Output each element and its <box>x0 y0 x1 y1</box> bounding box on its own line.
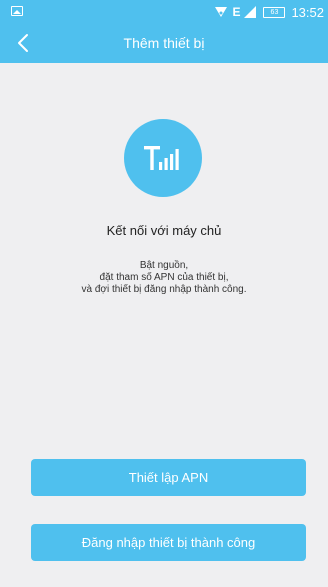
instruction-line: và đợi thiết bị đăng nhập thành công. <box>81 284 247 295</box>
setup-apn-button[interactable]: Thiết lập APN <box>31 459 306 496</box>
instructions: Bật nguồn, đặt tham số APN của thiết bị,… <box>20 260 308 296</box>
app-bar: Thêm thiết bị <box>0 24 328 63</box>
instruction-line: đặt tham số APN của thiết bị, <box>99 272 229 283</box>
network-type-label: E <box>232 5 241 19</box>
antenna-signal-icon <box>144 146 179 170</box>
page-title: Thêm thiết bị <box>123 35 205 51</box>
gallery-icon <box>11 6 23 16</box>
battery-icon: 63 <box>263 6 286 18</box>
status-icons: E 63 13:52 <box>214 0 324 24</box>
status-bar: E 63 13:52 <box>0 0 328 24</box>
status-time: 13:52 <box>291 4 324 20</box>
cellular-signal-icon <box>244 6 257 18</box>
hero-badge <box>124 119 202 197</box>
instruction-line: Bật nguồn, <box>139 260 189 271</box>
wifi-icon <box>215 7 228 17</box>
battery-level: 63 <box>270 8 279 16</box>
login-success-button[interactable]: Đăng nhập thiết bị thành công <box>31 524 306 561</box>
section-heading: Kết nối với máy chủ <box>106 223 222 238</box>
